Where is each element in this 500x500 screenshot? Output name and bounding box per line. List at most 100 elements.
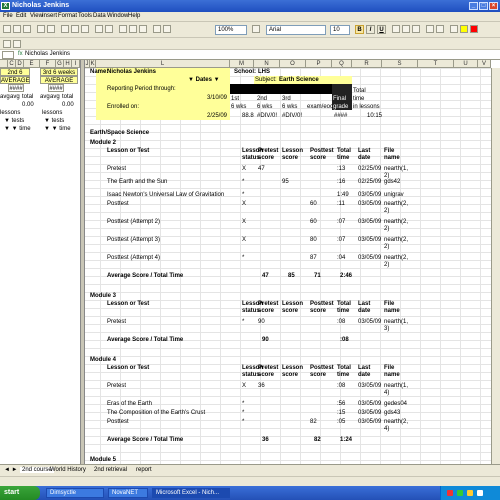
report-date: 3/10/09 [207,95,228,101]
avg-cell: 82 [314,437,321,443]
vertical-scrollbar[interactable] [491,68,500,464]
col-header-n[interactable]: N [254,60,280,68]
font-select[interactable]: Arial [266,25,326,35]
left-tests-2: ▼ tests [44,118,65,124]
borders-icon[interactable] [450,25,458,33]
open-icon[interactable] [13,25,21,33]
col-header-t[interactable]: T [418,60,454,68]
new-icon[interactable] [3,25,11,33]
col-header-p[interactable]: P [306,60,332,68]
col-head: time [337,155,350,161]
menu-tools[interactable]: Tools [78,13,92,19]
task-novanet[interactable]: NovaNET [108,488,148,498]
sort-desc-icon[interactable] [139,25,147,33]
redo-icon[interactable] [105,25,113,33]
tray-icon-3[interactable] [467,490,473,496]
align-right-icon[interactable] [412,25,420,33]
col-header-r[interactable]: R [352,60,382,68]
sheet-nav-icon[interactable]: ◄ ► [4,467,18,473]
cut-icon[interactable] [61,25,69,33]
start-button[interactable]: start [0,486,40,500]
chart-icon[interactable] [153,25,161,33]
minimize-button[interactable]: _ [469,2,478,10]
underline-button[interactable]: U [377,25,386,34]
col-head: date [358,155,371,161]
sort-asc-icon[interactable] [129,25,137,33]
sheet-tab-report[interactable]: report [136,467,152,473]
col-header-s[interactable]: S [382,60,418,68]
maximize-button[interactable]: □ [479,2,488,10]
col-header-v[interactable]: V [478,60,491,68]
review-icon[interactable] [3,40,11,48]
sheet-tab-2nd-course[interactable]: 2nd course [20,467,54,473]
col-head: name [384,308,400,314]
menu-insert[interactable]: Insert [42,13,57,19]
close-button[interactable]: × [489,2,498,10]
percent-icon[interactable] [436,25,444,33]
col-header-u[interactable]: U [454,60,478,68]
bold-button[interactable]: B [355,25,364,34]
sheet-tab-world-history[interactable]: World History [50,467,86,473]
menu-view[interactable]: View [30,13,43,19]
col-header-l[interactable]: L [96,60,230,68]
col-header-f[interactable]: F [40,60,56,68]
help-icon[interactable] [252,25,260,33]
name-box[interactable] [2,51,14,59]
col-header-d[interactable]: D [16,60,24,68]
task-excel[interactable]: Microsoft Excel - Nich... [152,488,230,498]
student-name: Nicholas Jenkins [107,69,157,75]
save-icon[interactable] [23,25,31,33]
autosum-icon[interactable] [119,25,127,33]
col-head: Last [358,365,371,371]
col-header-o[interactable]: O [280,60,306,68]
col-header-c[interactable]: C [8,60,16,68]
formula-input[interactable]: Nicholas Jenkins [25,51,70,58]
preview-icon[interactable] [47,25,55,33]
col-header-g[interactable]: G [56,60,64,68]
dates-dropdown[interactable]: ▼ Dates ▼ [188,77,220,84]
col-header-h[interactable]: H [64,60,72,68]
left-time-label-1: time [19,126,31,132]
table-cell: Pretest [107,319,127,325]
menu-data[interactable]: Data [93,13,106,19]
font-color-icon[interactable] [470,25,478,33]
menu-window[interactable]: Window [107,13,128,19]
zoom-select[interactable]: 100% [215,25,247,35]
col-header-e[interactable]: E [24,60,40,68]
italic-button[interactable]: I [366,25,375,34]
table-cell: 90 [258,319,265,325]
col-head: Posttest [310,365,334,371]
grade-col-3: 3rd [282,96,291,102]
fill-color-icon[interactable] [460,25,468,33]
menu-format[interactable]: Format [58,13,77,19]
cell-file: nearth(2, [384,255,409,261]
drawing-icon[interactable] [163,25,171,33]
task-dimsyctle[interactable]: Dimsyctle [46,488,104,498]
font-size-select[interactable]: 10 [330,25,350,35]
copy-icon[interactable] [71,25,79,33]
undo-icon[interactable] [95,25,103,33]
select-all-corner[interactable] [0,60,8,68]
align-left-icon[interactable] [392,25,400,33]
tray-icon-2[interactable] [457,490,463,496]
col-header-i[interactable]: I [72,60,80,68]
print-icon[interactable] [37,25,45,33]
cell-file: nearth(2, [384,237,409,243]
cell-file: 3) [384,326,390,332]
menu-edit[interactable]: Edit [16,13,26,19]
menu-file[interactable]: File [3,13,13,19]
pane-splitter[interactable] [80,60,85,464]
menu-help[interactable]: Help [128,13,140,19]
tray-icon-1[interactable] [447,490,453,496]
paste-icon[interactable] [81,25,89,33]
align-center-icon[interactable] [402,25,410,33]
sheet-tab-2nd-retrieval[interactable]: 2nd retrieval [94,467,127,473]
currency-icon[interactable] [426,25,434,33]
table-cell: :56 [337,401,346,407]
total-time-label: time [353,96,365,102]
comment-icon[interactable] [13,40,21,48]
col-header-m[interactable]: M [230,60,254,68]
cell-file: 2) [384,208,390,214]
col-header-q[interactable]: Q [332,60,352,68]
tray-icon-4[interactable] [477,490,483,496]
